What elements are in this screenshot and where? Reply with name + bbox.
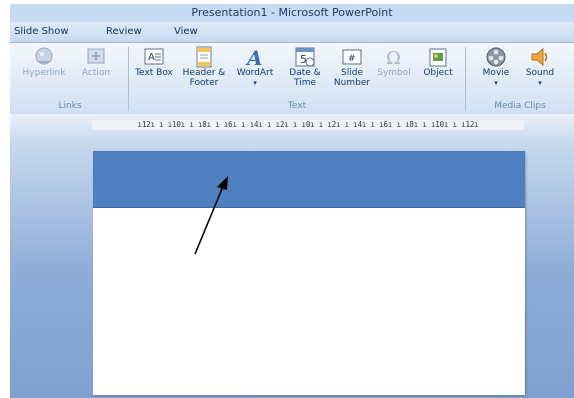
wordart-label: WordArt: [236, 68, 274, 78]
text-box-button[interactable]: A Text Box: [134, 46, 174, 78]
tab-view[interactable]: View: [174, 22, 198, 42]
title-bar: Presentation1 - Microsoft PowerPoint: [10, 4, 574, 22]
slide-number-button[interactable]: # Slide Number: [330, 46, 374, 88]
date-time-icon: 5: [294, 46, 316, 68]
group-separator: [465, 47, 466, 111]
sound-icon: [529, 46, 551, 68]
movie-button[interactable]: Movie ▾: [476, 46, 516, 88]
ribbon-tabs: Slide Show Review View: [10, 22, 574, 42]
media-clips-group-label: Media Clips: [494, 101, 546, 111]
text-box-icon: A: [143, 46, 165, 68]
text-group-label: Text: [287, 101, 307, 111]
tab-review[interactable]: Review: [106, 22, 142, 42]
date-time-label: Date & Time: [289, 68, 321, 88]
date-time-button[interactable]: 5 Date & Time: [282, 46, 328, 88]
hyperlink-icon: [33, 46, 55, 68]
object-icon: [427, 46, 449, 68]
action-button[interactable]: Action: [72, 46, 120, 78]
movie-icon: [485, 46, 507, 68]
tab-slide-show[interactable]: Slide Show: [14, 22, 69, 42]
movie-label: Movie: [482, 68, 510, 78]
sound-dropdown-icon: ▾: [538, 79, 542, 87]
wordart-dropdown-icon: ▾: [253, 79, 257, 87]
group-separator: [128, 47, 129, 111]
svg-text:Ω: Ω: [386, 48, 401, 68]
symbol-label: Symbol: [377, 68, 411, 78]
annotation-arrow-icon: [194, 176, 228, 255]
hyperlink-label: Hyperlink: [22, 68, 66, 78]
header-footer-icon: [193, 46, 215, 68]
svg-text:5: 5: [300, 53, 307, 66]
wordart-button[interactable]: A WordArt ▾: [232, 46, 278, 88]
sound-label: Sound: [525, 68, 555, 78]
symbol-icon: Ω: [383, 46, 405, 69]
svg-text:A: A: [245, 46, 263, 68]
object-button[interactable]: Object: [418, 46, 458, 78]
text-box-label: Text Box: [135, 68, 173, 78]
slide-header-band[interactable]: [93, 151, 525, 208]
header-footer-button[interactable]: Header & Footer: [178, 46, 230, 88]
ruler-scale: ı12ı ı ı10ı ı ı8ı ı ı6ı ı ı4ı ı ı2ı ı ı0…: [137, 120, 479, 129]
hyperlink-button[interactable]: Hyperlink: [20, 46, 68, 78]
slide-number-label: Slide Number: [333, 68, 371, 88]
links-group-label: Links: [58, 101, 82, 111]
action-label: Action: [81, 68, 111, 78]
svg-text:#: #: [348, 54, 356, 64]
header-footer-label: Header & Footer: [182, 68, 226, 88]
slide-canvas[interactable]: [93, 151, 525, 395]
object-label: Object: [423, 68, 453, 78]
horizontal-ruler: ı12ı ı ı10ı ı ı8ı ı ı6ı ı ı4ı ı ı2ı ı ı0…: [92, 120, 524, 130]
sound-button[interactable]: Sound ▾: [520, 46, 560, 88]
wordart-icon: A: [244, 46, 266, 70]
window-title: Presentation1 - Microsoft PowerPoint: [191, 6, 393, 19]
ribbon: Hyperlink Action Links A Text Box Header…: [10, 42, 574, 116]
slide-number-icon: #: [341, 46, 363, 68]
movie-dropdown-icon: ▾: [494, 79, 498, 87]
svg-text:A: A: [148, 52, 155, 63]
action-icon: [85, 46, 107, 68]
symbol-button[interactable]: Ω Symbol: [376, 46, 412, 78]
